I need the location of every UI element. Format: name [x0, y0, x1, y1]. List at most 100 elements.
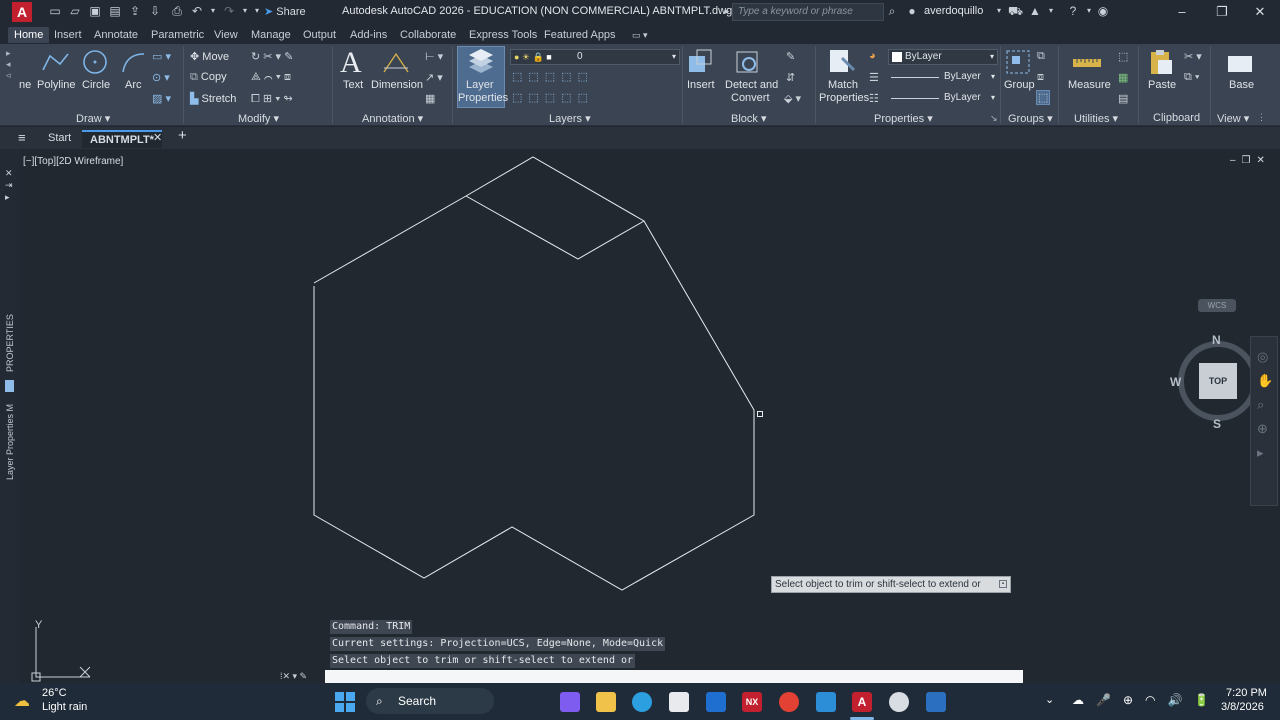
clock-date[interactable]: 3/8/2026 [1221, 701, 1264, 713]
copy-button[interactable]: ⧉ Copy [190, 71, 227, 84]
compass-south[interactable]: S [1213, 417, 1221, 431]
save-as-icon[interactable]: ▤ [108, 4, 122, 18]
ribbon-minimize-icon[interactable]: ▭ ▾ [632, 27, 648, 43]
tab-view[interactable]: View [214, 27, 238, 43]
panel-block-title[interactable]: Block ▾ [731, 112, 766, 125]
match-properties-label-2[interactable]: Properties [819, 92, 869, 105]
clock-time[interactable]: 7:20 PM [1226, 687, 1267, 699]
customize-qat-icon[interactable]: ▾ [250, 4, 264, 18]
block-create-icon[interactable]: ✎ [786, 50, 795, 63]
panel-clipboard-title[interactable]: Clipboard [1153, 112, 1200, 124]
autocad-taskbar-icon[interactable]: A [852, 692, 872, 712]
paste-icon[interactable] [1148, 48, 1174, 76]
match-properties-icon[interactable] [828, 48, 856, 76]
table-icon[interactable]: ▦ [425, 92, 435, 105]
windows-start-icon[interactable] [335, 692, 355, 712]
settings-icon[interactable] [889, 692, 909, 712]
command-line-controls-icon[interactable]: ⁞✕ ▾ ✎ [280, 671, 307, 682]
panel-modify-title[interactable]: Modify ▾ [238, 112, 279, 125]
move-button[interactable]: ✥ Move [190, 50, 229, 63]
help-icon[interactable]: ? [1066, 4, 1080, 18]
ribbon-overflow-icon[interactable]: ⋮ [1257, 112, 1266, 123]
undo-icon[interactable]: ↶ [190, 4, 204, 18]
lineweight-dropdown[interactable]: ByLayer ▾ [888, 91, 998, 107]
user-name[interactable]: averdoquillo [924, 5, 983, 17]
tab-output[interactable]: Output [303, 27, 336, 43]
weather-temperature[interactable]: 26°C [42, 687, 67, 699]
circle-button[interactable]: Circle [82, 79, 110, 92]
paste-button[interactable]: Paste [1148, 79, 1176, 92]
chrome-icon[interactable] [779, 692, 799, 712]
search-icon[interactable]: ⌕ [885, 4, 899, 18]
redo-icon[interactable]: ↷ [222, 4, 236, 18]
group-icon[interactable] [1004, 48, 1032, 76]
tab-collaborate[interactable]: Collaborate [400, 27, 456, 43]
rotate-icon[interactable]: ↻ ✂ ▾ ✎ [251, 50, 293, 63]
viewcube-top-face[interactable]: TOP [1199, 363, 1237, 399]
match-properties-label-1[interactable]: Match [828, 79, 858, 92]
measure-button[interactable]: Measure [1068, 79, 1111, 92]
close-icon[interactable]: ✕ [1250, 3, 1270, 21]
save-icon[interactable]: ▣ [88, 4, 102, 18]
id-point-icon[interactable]: ▤ [1118, 92, 1128, 105]
help-dropdown-icon[interactable]: ▾ [1082, 4, 1096, 18]
account-dropdown-icon[interactable]: ▾ [1044, 4, 1058, 18]
insert-button[interactable]: Insert [687, 79, 715, 92]
hatch-icon[interactable]: ⊙ ▾ [152, 71, 170, 84]
word-icon[interactable] [926, 692, 946, 712]
group-button[interactable]: Group [1004, 79, 1035, 92]
copy-clip-icon[interactable]: ⧉ ▾ [1184, 71, 1200, 84]
tab-add-ins[interactable]: Add-ins [350, 27, 387, 43]
detect-convert-label-1[interactable]: Detect and [725, 79, 778, 92]
mirror-icon[interactable]: ⟁ ⌒ ▾ ⧈ [251, 71, 291, 84]
tab-start[interactable]: Start [48, 130, 71, 148]
stretch-button[interactable]: ▙ Stretch [190, 92, 236, 105]
cut-icon[interactable]: ✂ ▾ [1184, 50, 1202, 63]
navigation-tools-icons[interactable]: ◎ ✋ ⌕ ⊕ ▸ [1257, 345, 1273, 465]
undo-dropdown-icon[interactable]: ▾ [206, 4, 220, 18]
community-icon[interactable]: ◉ [1096, 4, 1110, 18]
compass-west[interactable]: W [1170, 375, 1181, 389]
command-input[interactable] [325, 670, 1023, 683]
group-edit-icon[interactable]: ⧈ [1037, 71, 1044, 84]
leader-icon[interactable]: ⊢ ▾ [425, 50, 443, 63]
rectangle-icon[interactable]: ▭ ▾ [152, 50, 171, 63]
tab-manage[interactable]: Manage [251, 27, 291, 43]
cart-icon[interactable]: ⛟ [1008, 4, 1023, 18]
close-tab-icon[interactable]: ✕ [153, 130, 162, 148]
compass-north[interactable]: N [1212, 333, 1221, 347]
tray-overflow-icon[interactable]: ⌄ [1045, 693, 1054, 706]
app-icon[interactable] [816, 692, 836, 712]
navigation-bar[interactable]: ◎ ✋ ⌕ ⊕ ▸ [1250, 336, 1278, 506]
share-button[interactable]: ➤ Share [264, 4, 306, 20]
maximize-icon[interactable]: ❐ [1212, 3, 1232, 21]
layer-dropdown[interactable]: ● ☀ 🔒 ■ 0 ▾ [510, 49, 680, 65]
dimension-button[interactable]: Dimension [371, 79, 423, 92]
color-dropdown[interactable]: ByLayer ▾ [888, 49, 998, 65]
edge-icon[interactable] [632, 692, 652, 712]
ribbon-side-icons[interactable]: ▸ ◂ ◃ [6, 48, 11, 81]
copilot-icon[interactable] [560, 692, 580, 712]
multileader-icon[interactable]: ↗ ▾ [425, 71, 443, 84]
drawing-area[interactable]: [−][Top][2D Wireframe] –❐✕ ✕ ⇥ ▸ PROPERTIE… [0, 149, 1280, 683]
measure-icon[interactable] [1072, 54, 1102, 72]
panel-view-title[interactable]: View ▾ [1217, 112, 1249, 125]
minimize-icon[interactable]: – [1172, 3, 1192, 21]
tab-parametric[interactable]: Parametric [151, 27, 204, 43]
tab-active-drawing[interactable]: ABNTMPLT* [82, 130, 162, 148]
detect-convert-icon[interactable] [733, 48, 763, 76]
file-explorer-icon[interactable] [596, 692, 616, 712]
save-to-web-icon[interactable]: ⇩ [148, 4, 162, 18]
tab-home[interactable]: Home [8, 27, 50, 43]
base-button[interactable]: Base [1229, 79, 1254, 92]
text-button[interactable]: Text [343, 79, 363, 92]
hamburger-menu-icon[interactable]: ≡ [18, 130, 26, 148]
gradient-icon[interactable]: ▨ ▾ [152, 92, 171, 105]
tab-express-tools[interactable]: Express Tools [469, 27, 537, 43]
user-dropdown-icon[interactable]: ▾ [992, 4, 1006, 18]
weather-description[interactable]: Light rain [42, 701, 87, 713]
polyline-icon[interactable] [40, 50, 70, 74]
panel-annotation-title[interactable]: Annotation ▾ [362, 112, 423, 125]
panel-properties-title[interactable]: Properties ▾ [874, 112, 933, 125]
tab-insert[interactable]: Insert [54, 27, 82, 43]
